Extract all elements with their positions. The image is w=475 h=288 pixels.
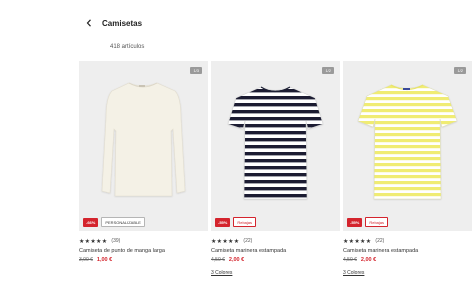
page-header: Camisetas bbox=[84, 16, 142, 30]
discount-badge: -66% bbox=[83, 217, 99, 227]
review-count: (39) bbox=[111, 238, 121, 244]
image-pager: 1/2 bbox=[322, 67, 334, 74]
badges: -55% Rebajas bbox=[215, 217, 257, 227]
product-image[interactable]: 1/3 -66% PERSONALIZABLE bbox=[79, 61, 208, 231]
image-pager: 1/3 bbox=[190, 67, 202, 74]
product-grid: 1/3 -66% PERSONALIZABLE ★★★★★ (39) Camis… bbox=[79, 61, 472, 276]
product-card[interactable]: 1/2 -55% Rebajas ★★★★★ (22) Camiseta mar… bbox=[211, 61, 340, 276]
review-count: (22) bbox=[375, 238, 385, 244]
old-price: 4,50 € bbox=[211, 257, 225, 263]
personalizable-tag: PERSONALIZABLE bbox=[101, 217, 145, 227]
page-title: Camisetas bbox=[102, 18, 143, 28]
product-name[interactable]: Camiseta marinera estampada bbox=[343, 248, 472, 254]
product-name[interactable]: Camiseta marinera estampada bbox=[211, 248, 340, 254]
discount-badge: -55% bbox=[215, 217, 231, 227]
product-card[interactable]: 1/3 -66% PERSONALIZABLE ★★★★★ (39) Camis… bbox=[79, 61, 208, 276]
badges: -55% Rebajas bbox=[347, 217, 389, 227]
price-row: 3,00 € 1,00 € bbox=[79, 257, 208, 263]
product-name[interactable]: Camiseta de punto de manga larga bbox=[79, 248, 208, 254]
colors-link[interactable]: 3 Colores bbox=[343, 270, 472, 276]
sale-price: 2,00 € bbox=[360, 257, 377, 263]
review-count: (22) bbox=[243, 238, 253, 244]
rating: ★★★★★ (39) bbox=[79, 237, 208, 245]
product-card[interactable]: 1/2 -55% Rebajas ★★★★★ (22) Camiseta mar… bbox=[343, 61, 472, 276]
sale-price: 1,00 € bbox=[96, 257, 113, 263]
striped-shirt-image bbox=[357, 84, 458, 200]
article-count: 418 artículos bbox=[110, 44, 145, 50]
star-rating-icon: ★★★★★ bbox=[79, 238, 108, 245]
chevron-left-icon[interactable] bbox=[84, 18, 94, 28]
old-price: 3,00 € bbox=[79, 257, 93, 263]
discount-badge: -55% bbox=[347, 217, 363, 227]
image-pager: 1/2 bbox=[454, 67, 466, 74]
product-image[interactable]: 1/2 -55% Rebajas bbox=[343, 61, 472, 231]
sale-price: 2,00 € bbox=[228, 257, 245, 263]
striped-shirt-image bbox=[227, 86, 324, 200]
star-rating-icon: ★★★★★ bbox=[211, 238, 240, 245]
rating: ★★★★★ (22) bbox=[211, 237, 340, 245]
colors-link[interactable]: 3 Colores bbox=[211, 270, 340, 276]
sale-tag: Rebajas bbox=[365, 217, 389, 227]
price-row: 4,50 € 2,00 € bbox=[211, 257, 340, 263]
price-row: 4,50 € 2,00 € bbox=[343, 257, 472, 263]
old-price: 4,50 € bbox=[343, 257, 357, 263]
sale-tag: Rebajas bbox=[233, 217, 257, 227]
star-rating-icon: ★★★★★ bbox=[343, 238, 372, 245]
product-image[interactable]: 1/2 -55% Rebajas bbox=[211, 61, 340, 231]
badges: -66% PERSONALIZABLE bbox=[83, 217, 145, 227]
rating: ★★★★★ (22) bbox=[343, 237, 472, 245]
longsleeve-shirt-image bbox=[101, 82, 186, 197]
